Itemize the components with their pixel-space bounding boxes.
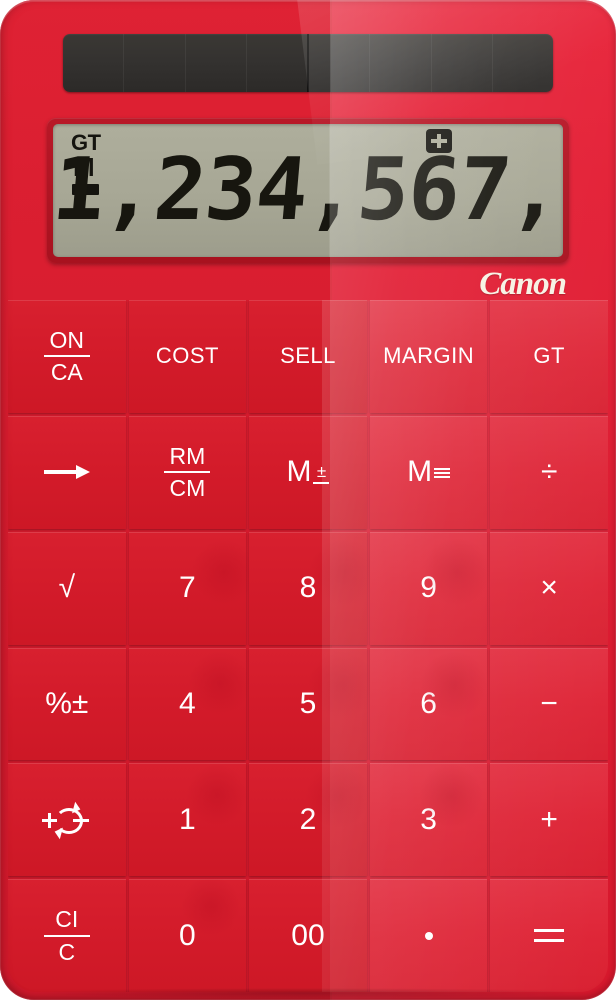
- cost-label: COST: [155, 343, 219, 369]
- digit-4-key[interactable]: 4: [128, 647, 254, 761]
- margin-key[interactable]: MARGIN: [369, 300, 488, 413]
- digit-5-label: 5: [299, 686, 317, 720]
- memory-recall-key[interactable]: M: [369, 415, 488, 529]
- margin-label: MARGIN: [383, 343, 475, 369]
- digit-7-key[interactable]: 7: [128, 531, 258, 645]
- digit-00-key[interactable]: 00: [249, 879, 367, 992]
- add-label: +: [540, 802, 558, 836]
- c-label: C: [58, 938, 76, 965]
- ci-label: CI: [55, 906, 79, 933]
- arrow-right-icon: [43, 465, 90, 480]
- cost-key[interactable]: COST: [128, 300, 247, 413]
- solar-cell: [63, 34, 125, 92]
- cm-label: CM: [169, 475, 206, 502]
- lcd-bezel: GT M 1,234,567,890.12: [47, 118, 569, 263]
- memory-plus-minus-key[interactable]: M ±: [249, 415, 367, 529]
- solar-panel: [63, 34, 553, 92]
- subtract-key[interactable]: −: [490, 647, 608, 761]
- equals-icon: [534, 929, 565, 943]
- percent-label: %±: [45, 686, 89, 720]
- lcd-value: 1,234,567,890.12: [53, 140, 563, 240]
- ca-label: CA: [50, 359, 83, 386]
- digit-00-label: 00: [291, 918, 325, 952]
- rm-cm-key[interactable]: RM CM: [128, 415, 247, 529]
- m-equals-icon: M: [407, 455, 451, 489]
- subtract-label: −: [540, 686, 558, 720]
- multiply-key[interactable]: ×: [490, 531, 608, 645]
- ci-c-key[interactable]: CI C: [8, 879, 126, 992]
- canon-logo: Canon: [479, 266, 567, 302]
- square-root-key[interactable]: √: [8, 531, 126, 645]
- percent-key[interactable]: %±: [8, 647, 126, 761]
- digit-9-key[interactable]: 9: [369, 531, 492, 645]
- solar-cell: [186, 34, 247, 92]
- sell-label: SELL: [280, 343, 336, 369]
- solar-sheen: [331, 34, 553, 92]
- digit-8-key[interactable]: 8: [249, 531, 380, 645]
- divide-key[interactable]: ÷: [490, 415, 608, 529]
- digit-2-key[interactable]: 2: [249, 763, 374, 877]
- digit-5-key[interactable]: 5: [249, 647, 378, 761]
- digit-0-label: 0: [179, 918, 196, 952]
- digit-6-key[interactable]: 6: [369, 647, 490, 761]
- divider: [164, 471, 211, 474]
- sqrt-label: √: [58, 571, 76, 605]
- digit-1-key[interactable]: 1: [128, 763, 250, 877]
- add-key[interactable]: +: [490, 763, 608, 877]
- keypad: ON CA COST SELL MARGIN GT RM CM M ± M ÷ …: [8, 300, 608, 992]
- decimal-point-key[interactable]: [369, 879, 488, 992]
- digit-4-label: 4: [179, 686, 196, 720]
- multiply-label: ×: [540, 571, 558, 605]
- sign-change-key[interactable]: [8, 763, 126, 877]
- digit-3-label: 3: [420, 802, 437, 836]
- solar-cell: [247, 34, 309, 92]
- digit-3-key[interactable]: 3: [369, 763, 488, 877]
- gt-label: GT: [533, 343, 565, 369]
- divider: [43, 934, 90, 937]
- digit-7-label: 7: [179, 571, 196, 605]
- on-ca-key[interactable]: ON CA: [8, 300, 126, 413]
- decimal-point-icon: [424, 931, 433, 940]
- solar-cell: [124, 34, 186, 92]
- equals-key[interactable]: [490, 879, 608, 992]
- digit-9-label: 9: [420, 571, 437, 605]
- sell-key[interactable]: SELL: [249, 300, 367, 413]
- digit-0-key[interactable]: 0: [128, 875, 247, 992]
- digit-2-label: 2: [299, 802, 317, 836]
- sign-change-icon: [41, 801, 93, 839]
- gt-key[interactable]: GT: [490, 300, 608, 413]
- m-plus-minus-icon: M ±: [286, 455, 330, 489]
- rm-label: RM: [169, 443, 206, 470]
- calculator-device: GT M 1,234,567,890.12 Canon ON CA COST S…: [0, 0, 616, 1000]
- divider: [43, 355, 90, 358]
- on-label: ON: [49, 327, 85, 354]
- ci-c-label: CI C: [43, 906, 90, 965]
- digit-8-label: 8: [299, 571, 317, 605]
- on-ca-label: ON CA: [43, 327, 90, 386]
- right-shift-key[interactable]: [8, 415, 126, 529]
- digit-1-label: 1: [179, 802, 196, 836]
- rm-cm-label: RM CM: [164, 443, 211, 502]
- divide-label: ÷: [540, 455, 558, 489]
- lcd-screen: GT M 1,234,567,890.12: [53, 124, 563, 257]
- digit-6-label: 6: [420, 686, 437, 720]
